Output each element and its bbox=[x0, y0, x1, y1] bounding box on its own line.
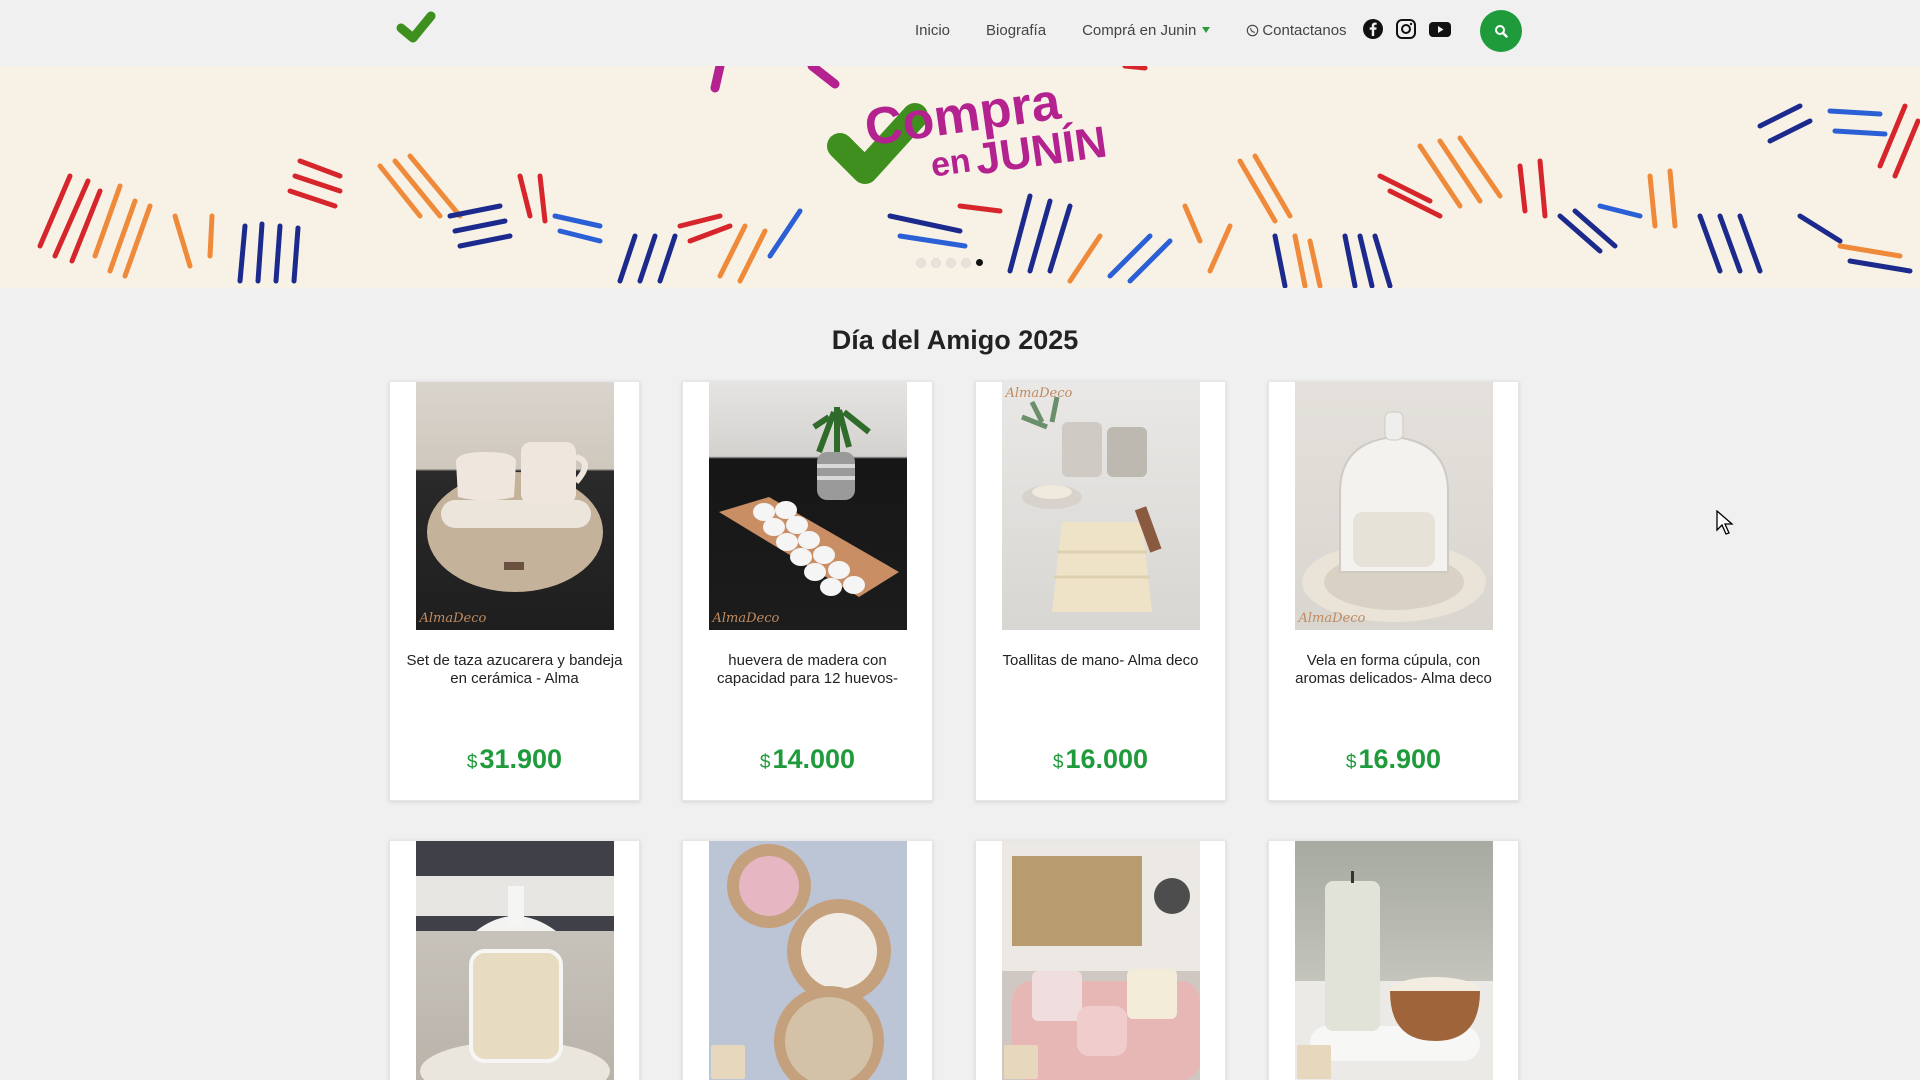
mouse-cursor-icon bbox=[1716, 510, 1734, 535]
luz-de-cera-logo bbox=[1003, 1045, 1038, 1079]
product-image[interactable]: AlmaDeco bbox=[708, 382, 907, 630]
nav-contactanos-label: Contactanos bbox=[1262, 21, 1347, 39]
alma-deco-watermark: AlmaDeco bbox=[1298, 611, 1366, 626]
product-image[interactable] bbox=[1294, 841, 1493, 1080]
product-image[interactable] bbox=[415, 841, 614, 1080]
product-image[interactable] bbox=[1001, 841, 1200, 1080]
product-card[interactable] bbox=[975, 840, 1226, 1080]
product-name[interactable]: Set de taza azucarera y bandeja en cerám… bbox=[390, 652, 639, 732]
nav-biografia[interactable]: Biografía bbox=[986, 22, 1046, 39]
alma-deco-watermark: AlmaDeco bbox=[419, 611, 487, 626]
banner-en-text: en bbox=[928, 142, 973, 185]
product-price: $16.900 bbox=[1269, 744, 1518, 775]
youtube-icon[interactable] bbox=[1428, 18, 1452, 40]
nav-inicio[interactable]: Inicio bbox=[915, 22, 950, 39]
product-price: $16.000 bbox=[976, 744, 1225, 775]
product-card[interactable]: AlmaDeco Vela en forma cúpula, con aroma… bbox=[1268, 381, 1519, 801]
product-card[interactable]: AlmaDeco Set de taza azucarera y bandeja… bbox=[389, 381, 640, 801]
price-value: 16.000 bbox=[1065, 744, 1149, 774]
product-card[interactable]: AlmaDeco huevera de madera con capacidad… bbox=[682, 381, 933, 801]
product-photo bbox=[1020, 396, 1162, 612]
price-value: 31.900 bbox=[479, 744, 563, 774]
nav-compra-label: Comprá en Junin bbox=[1082, 21, 1197, 39]
alma-deco-watermark: AlmaDeco bbox=[712, 611, 780, 626]
product-card[interactable] bbox=[389, 840, 640, 1080]
product-image[interactable]: AlmaDeco bbox=[1294, 382, 1493, 630]
price-currency: $ bbox=[1052, 752, 1064, 773]
price-currency: $ bbox=[759, 752, 771, 773]
carousel-dot-3[interactable] bbox=[946, 258, 956, 268]
price-value: 16.900 bbox=[1358, 744, 1442, 774]
compra-en-junin-logo: Compra en JUNÍN bbox=[827, 72, 1110, 185]
carousel-dot-2[interactable] bbox=[931, 258, 941, 268]
facebook-icon[interactable] bbox=[1362, 18, 1384, 40]
search-icon bbox=[1495, 25, 1508, 38]
search-button[interactable] bbox=[1480, 10, 1522, 52]
product-photo bbox=[1301, 411, 1486, 622]
section-title: Día del Amigo 2025 bbox=[831, 325, 1079, 355]
product-name[interactable]: huevera de madera con capacidad para 12 … bbox=[683, 652, 932, 732]
price-currency: $ bbox=[466, 752, 478, 773]
top-navbar: Inicio Biografía Comprá en Junin Contact… bbox=[0, 0, 1920, 66]
product-card[interactable]: AlmaDeco Toallitas de mano- Alma deco $1… bbox=[975, 381, 1226, 801]
product-name[interactable]: Toallitas de mano- Alma deco bbox=[976, 652, 1225, 732]
price-currency: $ bbox=[1345, 752, 1357, 773]
nav-contactanos[interactable]: Contactanos bbox=[1246, 21, 1347, 39]
product-photo bbox=[426, 442, 603, 592]
hero-banner[interactable]: Compra en JUNÍN bbox=[0, 66, 1920, 288]
product-image[interactable]: AlmaDeco bbox=[1001, 382, 1200, 630]
product-name[interactable]: Vela en forma cúpula, con aromas delicad… bbox=[1269, 652, 1518, 732]
whatsapp-icon bbox=[1247, 24, 1259, 36]
nav-compra-en-junin[interactable]: Comprá en Junin bbox=[1082, 21, 1211, 39]
product-image[interactable]: AlmaDeco bbox=[415, 382, 614, 630]
logo-check-icon[interactable] bbox=[393, 8, 439, 54]
product-card[interactable] bbox=[682, 840, 933, 1080]
product-price: $14.000 bbox=[683, 744, 932, 775]
carousel-indicators bbox=[916, 258, 983, 268]
product-price: $31.900 bbox=[390, 744, 639, 775]
alma-deco-watermark: AlmaDeco bbox=[1005, 386, 1073, 401]
luz-de-cera-logo bbox=[710, 1045, 745, 1079]
luz-de-cera-logo bbox=[1296, 1045, 1331, 1079]
product-card[interactable] bbox=[1268, 840, 1519, 1080]
price-value: 14.000 bbox=[772, 744, 856, 774]
product-photo bbox=[718, 407, 899, 597]
carousel-dot-1[interactable] bbox=[916, 258, 926, 268]
nav-links: Inicio Biografía Comprá en Junin Contact… bbox=[915, 0, 1383, 60]
carousel-dot-5[interactable] bbox=[976, 259, 983, 266]
instagram-icon[interactable] bbox=[1395, 18, 1417, 40]
chevron-down-icon bbox=[1202, 27, 1211, 33]
carousel-dot-4[interactable] bbox=[961, 258, 971, 268]
product-photo bbox=[415, 841, 614, 1080]
product-image[interactable] bbox=[708, 841, 907, 1080]
